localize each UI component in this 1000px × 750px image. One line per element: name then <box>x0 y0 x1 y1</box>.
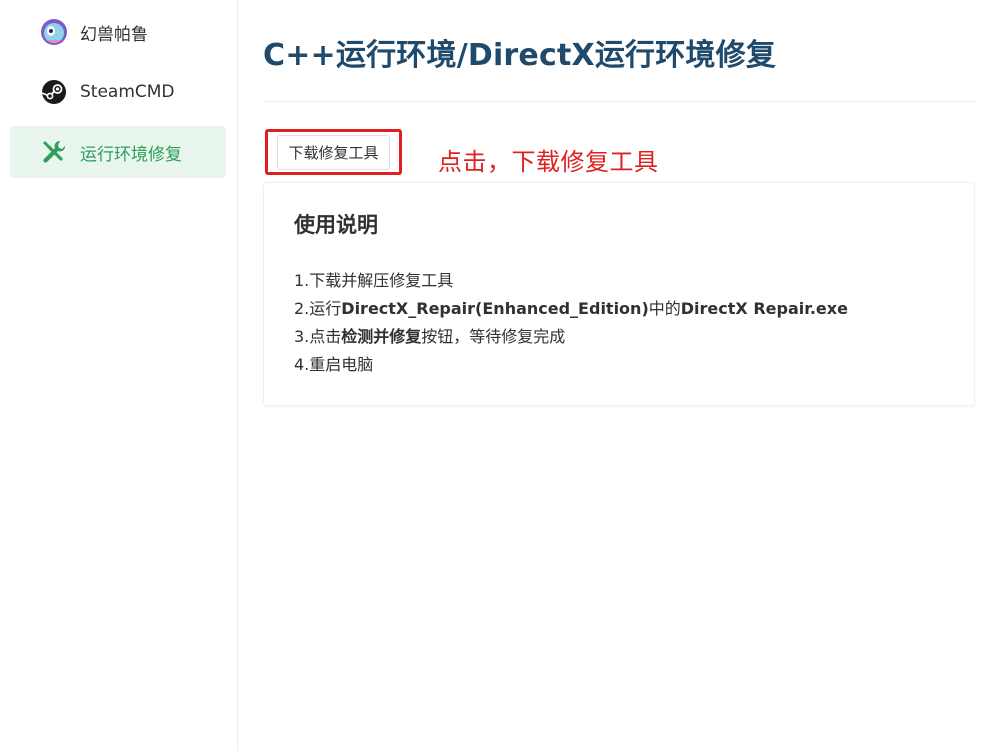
palworld-logo-icon <box>40 18 68 46</box>
card-title: 使用说明 <box>294 213 378 237</box>
step-text-bold: DirectX_Repair(Enhanced_Edition) <box>341 299 649 318</box>
download-highlight-box: 下载修复工具 <box>265 129 402 175</box>
instructions-card: 使用说明 1.下载并解压修复工具 2.运行DirectX_Repair(Enhan… <box>263 182 975 406</box>
sidebar-item-steamcmd[interactable]: SteamCMD <box>10 66 226 118</box>
main-content: C++运行环境/DirectX运行环境修复 下载修复工具 点击，下载修复工具 使… <box>238 0 1000 750</box>
sidebar-item-label: 运行环境修复 <box>80 144 182 165</box>
step-text: 3.点击 <box>294 327 342 346</box>
app-window: 幻兽帕鲁 SteamCMD 运行环境修复 C++运行环境/DirectX运行环境… <box>0 0 1000 750</box>
sidebar-item-label: SteamCMD <box>80 82 175 102</box>
step-text: 4.重启电脑 <box>294 355 374 374</box>
sidebar-item-palworld[interactable]: 幻兽帕鲁 <box>10 6 226 58</box>
sidebar-item-label: 幻兽帕鲁 <box>80 24 148 45</box>
sidebar-item-runtime-repair[interactable]: 运行环境修复 <box>10 126 226 178</box>
step-text: 按钮，等待修复完成 <box>421 327 566 346</box>
download-repair-tool-button[interactable]: 下载修复工具 <box>277 134 390 170</box>
step-text-bold: DirectX Repair.exe <box>680 299 848 318</box>
step-item: 1.下载并解压修复工具 <box>294 267 944 295</box>
page-title: C++运行环境/DirectX运行环境修复 <box>263 0 975 102</box>
annotation-text: 点击，下载修复工具 <box>438 148 659 176</box>
step-text: 中的 <box>648 299 681 318</box>
step-text-bold: 检测并修复 <box>341 327 422 346</box>
step-text: 1.下载并解压修复工具 <box>294 271 454 290</box>
steps-list: 1.下载并解压修复工具 2.运行DirectX_Repair(Enhanced_E… <box>294 267 944 379</box>
step-item: 3.点击检测并修复按钮，等待修复完成 <box>294 323 944 351</box>
step-item: 2.运行DirectX_Repair(Enhanced_Edition)中的Di… <box>294 295 944 323</box>
tools-icon <box>40 138 68 166</box>
toolbar: 下载修复工具 点击，下载修复工具 <box>263 102 975 182</box>
steam-icon <box>40 78 68 106</box>
step-item: 4.重启电脑 <box>294 351 944 379</box>
step-text: 2.运行 <box>294 299 342 318</box>
sidebar: 幻兽帕鲁 SteamCMD 运行环境修复 <box>0 0 238 750</box>
